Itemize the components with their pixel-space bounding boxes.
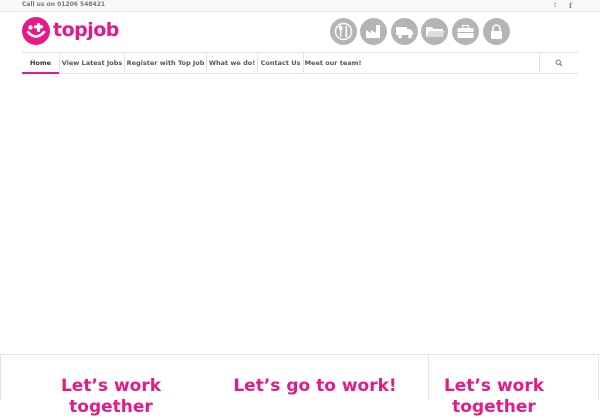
headline-line: Let’s go to work! (233, 376, 397, 396)
headline-line: together (69, 397, 153, 417)
nav-item-home[interactable]: Home (22, 53, 60, 74)
column-divider (0, 355, 1, 400)
briefcase-icon[interactable] (452, 18, 479, 45)
column-divider (428, 355, 429, 400)
search-button[interactable] (539, 53, 578, 73)
nav-item-meet-our-team[interactable]: Meet our team! (304, 53, 362, 73)
nav-item-view-latest-jobs[interactable]: View Latest Jobs (60, 53, 125, 73)
nav-item-what-we-do[interactable]: What we do! (207, 53, 258, 73)
headline-line: Let’s work (443, 376, 545, 396)
padlock-icon[interactable] (483, 18, 510, 45)
facebook-icon[interactable]: f (569, 1, 572, 10)
phone-number: Call us on 01206 548421 (22, 1, 106, 8)
headline-line: together (452, 397, 536, 417)
top-bar: Call us on 01206 548421 t f (0, 0, 600, 12)
column-headline: Let’s go to work! (222, 376, 408, 397)
column-headline: Let’s work together (40, 376, 182, 418)
twitter-icon[interactable]: t (554, 1, 556, 10)
site-header: topjob (0, 12, 600, 50)
column-divider (598, 355, 599, 400)
main-navigation: Home View Latest Jobs Register with Top … (22, 52, 578, 74)
folder-icon[interactable] (421, 18, 448, 45)
site-logo[interactable]: topjob (22, 17, 132, 47)
nav-item-register[interactable]: Register with Top Job (125, 53, 207, 73)
smiley-logo-icon (22, 17, 50, 45)
headline-line: Let’s work (60, 376, 162, 396)
nav-item-contact-us[interactable]: Contact Us (258, 53, 304, 73)
fork-knife-icon[interactable] (330, 18, 357, 45)
column-headline: Let’s work together (436, 376, 552, 418)
search-icon (555, 59, 563, 67)
factory-icon[interactable] (360, 18, 387, 45)
logo-wordmark: topjob (53, 19, 119, 41)
truck-icon[interactable] (391, 18, 418, 45)
hero-area (0, 74, 600, 355)
